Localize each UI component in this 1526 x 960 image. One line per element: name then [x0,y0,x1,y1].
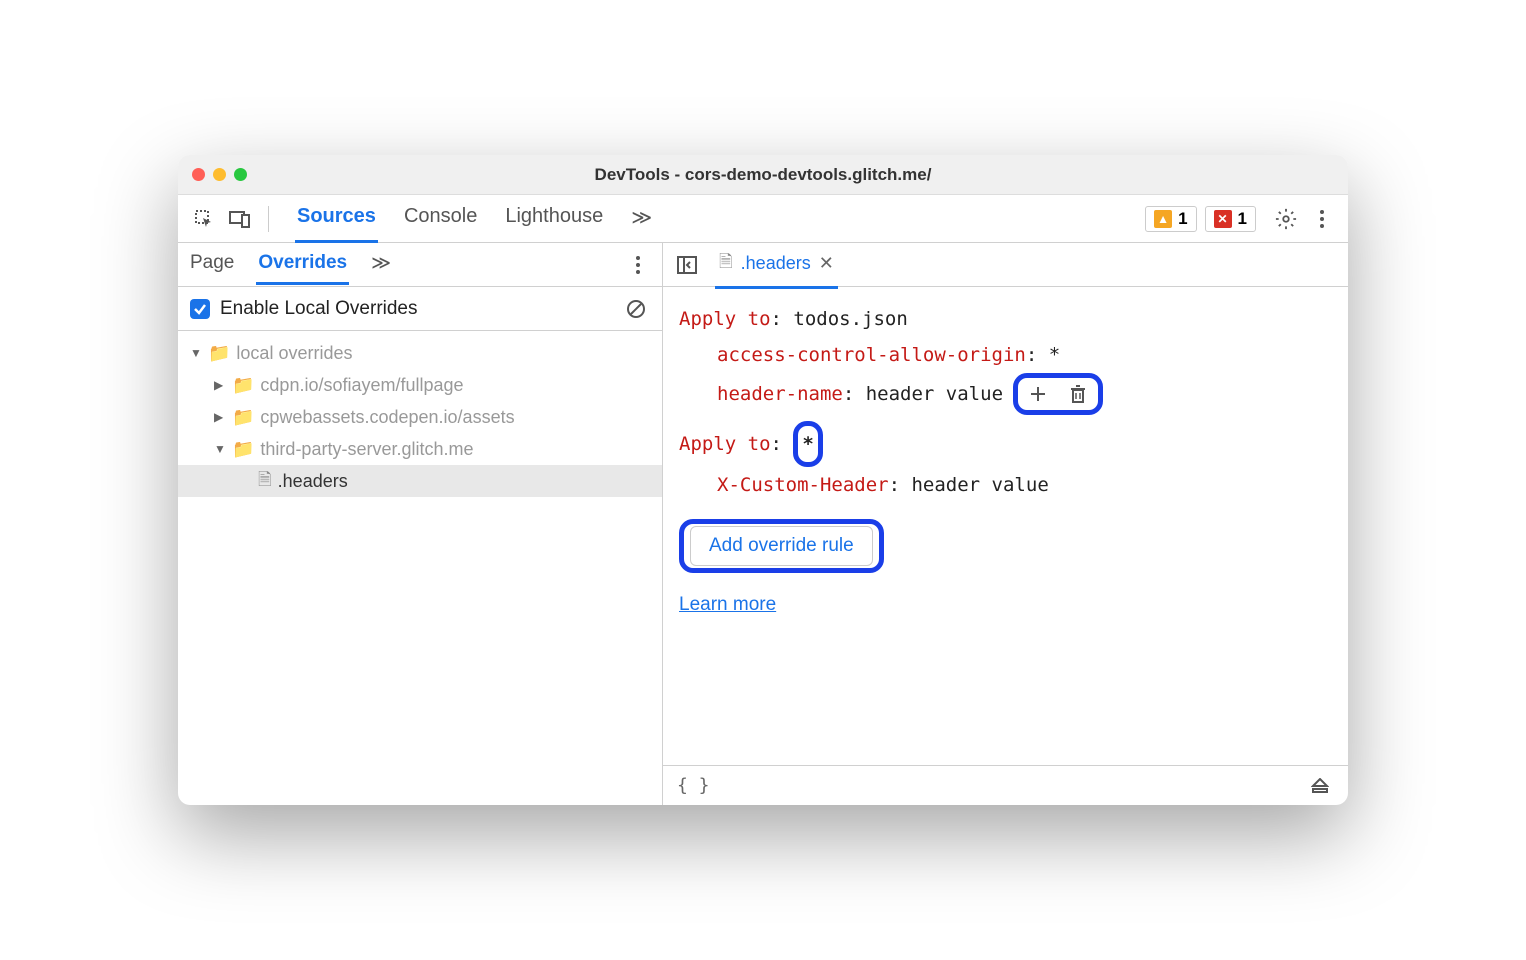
titlebar: DevTools - cors-demo-devtools.glitch.me/ [178,155,1348,195]
header-row: X-Custom-Header: header value [717,467,1332,503]
file-tree: ▼ 📁 local overrides ▶ 📁 cdpn.io/sofiayem… [178,331,662,805]
sidebar: Page Overrides ≫ Enable Local Overrides [178,243,663,805]
tab-lighthouse[interactable]: Lighthouse [503,195,605,243]
editor-body[interactable]: Apply to: todos.json access-control-allo… [663,287,1348,765]
apply-to-value[interactable]: todos.json [793,308,907,330]
eject-icon[interactable] [1306,772,1334,800]
add-header-icon[interactable] [1024,380,1052,408]
header-row: access-control-allow-origin: * [717,337,1332,373]
enable-overrides-row: Enable Local Overrides [178,287,662,331]
file-icon: 🗎 [719,249,733,278]
folder-icon: 📁 [208,343,230,364]
kebab-menu-icon[interactable] [1308,205,1336,233]
chevron-down-icon: ▼ [190,346,202,360]
device-toolbar-icon[interactable] [226,205,254,233]
tree-item-label: third-party-server.glitch.me [260,439,473,460]
tree-root[interactable]: ▼ 📁 local overrides [178,337,662,369]
pretty-print-icon[interactable]: { } [677,775,710,796]
tree-item-label: cpwebassets.codepen.io/assets [260,407,514,428]
separator [268,206,269,232]
header-actions-highlight [1013,373,1103,415]
enable-overrides-checkbox[interactable] [190,299,210,319]
devtools-window: DevTools - cors-demo-devtools.glitch.me/… [178,155,1348,805]
subtab-page[interactable]: Page [188,244,236,285]
sidebar-kebab-icon[interactable] [624,251,652,279]
more-subtabs-icon[interactable]: ≫ [369,244,393,286]
close-tab-icon[interactable]: ✕ [819,253,834,274]
main-toolbar: Sources Console Lighthouse ≫ ▲ 1 ✕ 1 [178,195,1348,243]
tree-root-label: local overrides [236,343,352,364]
warning-icon: ▲ [1154,210,1172,228]
apply-to-value[interactable]: * [802,426,813,462]
warnings-badge[interactable]: ▲ 1 [1145,206,1196,232]
header-name[interactable]: X-Custom-Header [717,474,889,496]
header-value[interactable]: header value [911,474,1048,496]
header-name[interactable]: access-control-allow-origin [717,344,1026,366]
errors-badge[interactable]: ✕ 1 [1205,206,1256,232]
maximize-button[interactable] [234,168,247,181]
tree-file-label: .headers [278,471,348,492]
tree-folder[interactable]: ▶ 📁 cdpn.io/sofiayem/fullpage [178,369,662,401]
main-tabs: Sources Console Lighthouse ≫ [295,195,654,243]
header-name[interactable]: header-name [717,383,843,405]
apply-to-label: Apply to [679,308,771,330]
subtab-overrides[interactable]: Overrides [256,244,349,285]
header-value[interactable]: header value [866,383,1003,405]
tree-folder[interactable]: ▼ 📁 third-party-server.glitch.me [178,433,662,465]
more-tabs-icon[interactable]: ≫ [629,195,654,243]
close-button[interactable] [192,168,205,181]
editor-tab-headers[interactable]: 🗎 .headers ✕ [715,241,838,289]
chevron-right-icon: ▶ [214,378,226,392]
tab-console[interactable]: Console [402,195,479,243]
add-override-rule-button[interactable]: Add override rule [690,526,873,566]
warning-count: 1 [1178,209,1187,229]
folder-icon: 📁 [232,407,254,428]
chevron-down-icon: ▼ [214,442,226,456]
apply-to-row: Apply to: * [679,421,1332,467]
settings-gear-icon[interactable] [1272,205,1300,233]
wildcard-highlight: * [793,421,822,467]
tree-folder[interactable]: ▶ 📁 cpwebassets.codepen.io/assets [178,401,662,433]
tree-file-headers[interactable]: 🗎 .headers [178,465,662,497]
tree-item-label: cdpn.io/sofiayem/fullpage [260,375,463,396]
folder-icon: 📁 [232,439,254,460]
editor-tab-label: .headers [741,253,811,274]
content-area: Page Overrides ≫ Enable Local Overrides [178,243,1348,805]
learn-more-link[interactable]: Learn more [679,587,776,623]
inspect-element-icon[interactable] [190,205,218,233]
apply-to-label: Apply to [679,433,771,455]
error-icon: ✕ [1214,210,1232,228]
toggle-navigator-icon[interactable] [673,251,701,279]
window-title: DevTools - cors-demo-devtools.glitch.me/ [178,165,1348,185]
editor-footer: { } [663,765,1348,805]
chevron-right-icon: ▶ [214,410,226,424]
delete-header-icon[interactable] [1064,380,1092,408]
apply-to-row: Apply to: todos.json [679,301,1332,337]
sidebar-subtabs: Page Overrides ≫ [178,243,662,287]
enable-overrides-label: Enable Local Overrides [220,298,418,320]
header-row: header-name: header value [717,373,1332,415]
header-value[interactable]: * [1049,344,1060,366]
file-icon: 🗎 [258,467,272,496]
tab-sources[interactable]: Sources [295,195,378,243]
add-rule-highlight: Add override rule [679,519,884,573]
traffic-lights [192,168,247,181]
editor-pane: 🗎 .headers ✕ Apply to: todos.json access… [663,243,1348,805]
editor-tabstrip: 🗎 .headers ✕ [663,243,1348,287]
minimize-button[interactable] [213,168,226,181]
folder-icon: 📁 [232,375,254,396]
clear-overrides-icon[interactable] [622,295,650,323]
error-count: 1 [1238,209,1247,229]
